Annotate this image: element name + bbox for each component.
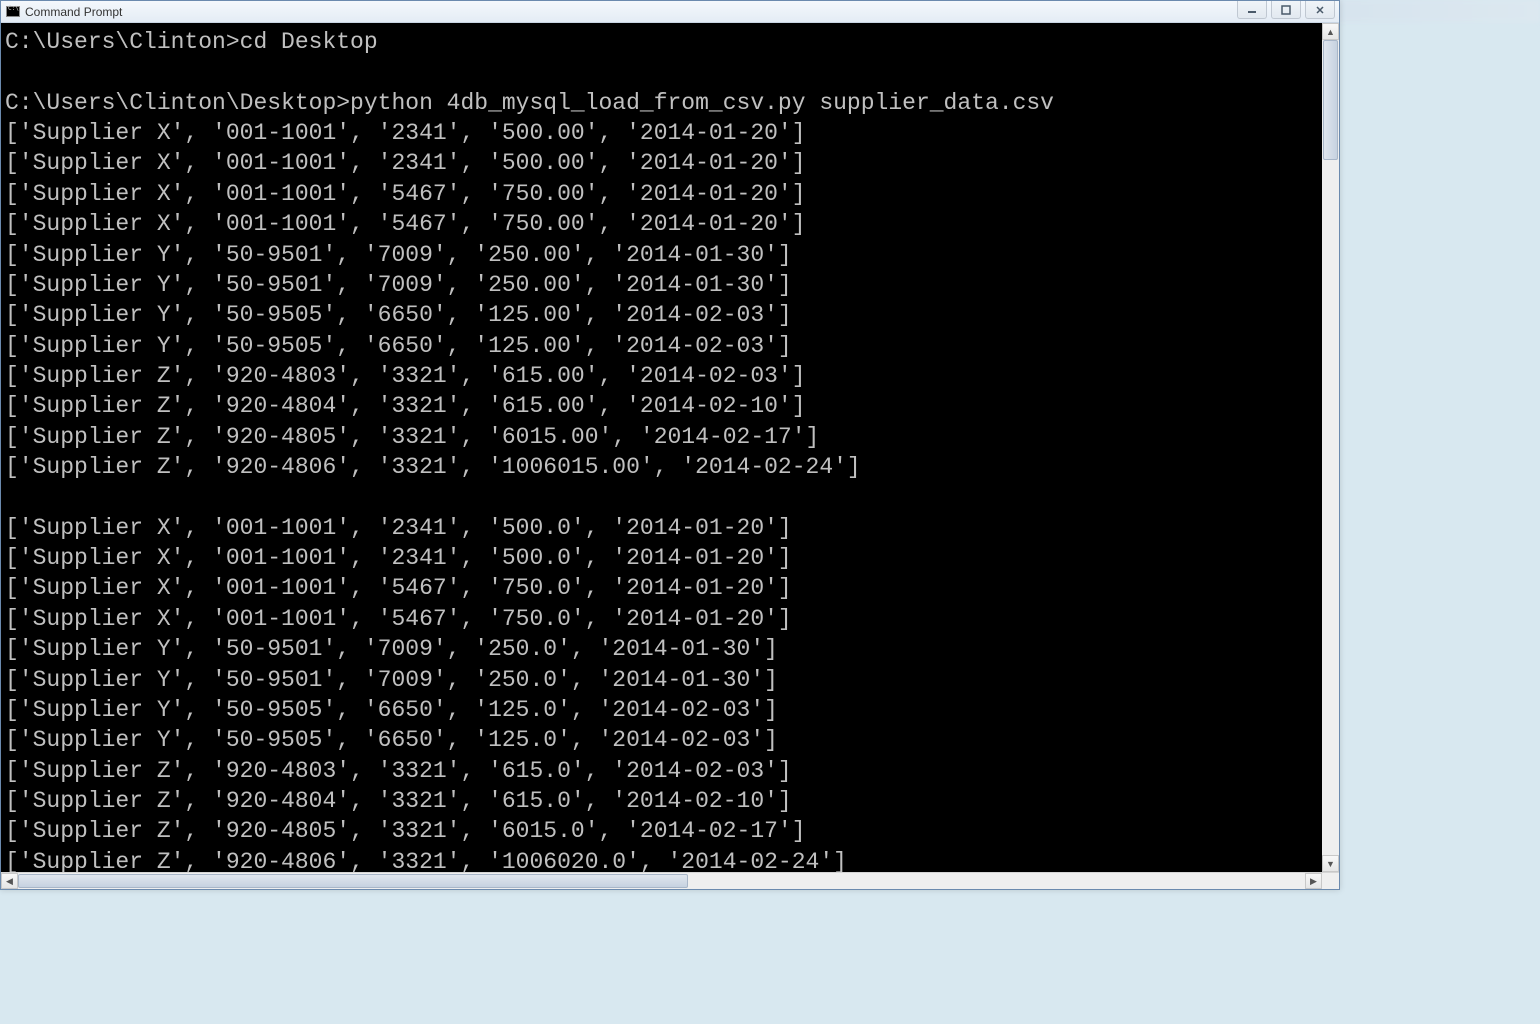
title-bar[interactable]: C:\ Command Prompt xyxy=(1,1,1339,23)
scroll-corner xyxy=(1322,873,1339,889)
horizontal-scrollbar[interactable]: ◀ ▶ xyxy=(1,872,1339,889)
close-icon xyxy=(1315,5,1325,15)
window-title: Command Prompt xyxy=(25,5,122,19)
terminal-output[interactable]: C:\Users\Clinton>cd Desktop C:\Users\Cli… xyxy=(1,23,1322,872)
command-prompt-window: C:\ Command Prompt C:\Users\Clinton>cd D… xyxy=(0,0,1340,890)
close-button[interactable] xyxy=(1305,1,1335,19)
scroll-thumb[interactable] xyxy=(1323,40,1338,160)
minimize-icon xyxy=(1247,5,1257,15)
scroll-up-arrow[interactable]: ▲ xyxy=(1322,23,1339,40)
scroll-right-arrow[interactable]: ▶ xyxy=(1305,873,1322,889)
maximize-button[interactable] xyxy=(1271,1,1301,19)
vertical-scrollbar[interactable]: ▲ ▼ xyxy=(1322,23,1339,872)
scroll-thumb[interactable] xyxy=(18,874,688,888)
window-controls xyxy=(1237,1,1339,19)
maximize-icon xyxy=(1281,5,1291,15)
terminal-area: C:\Users\Clinton>cd Desktop C:\Users\Cli… xyxy=(1,23,1339,872)
scroll-track[interactable] xyxy=(18,873,1305,889)
scroll-track[interactable] xyxy=(1322,40,1339,855)
scroll-down-arrow[interactable]: ▼ xyxy=(1322,855,1339,872)
cmd-icon: C:\ xyxy=(5,4,21,20)
scroll-left-arrow[interactable]: ◀ xyxy=(1,873,18,889)
minimize-button[interactable] xyxy=(1237,1,1267,19)
